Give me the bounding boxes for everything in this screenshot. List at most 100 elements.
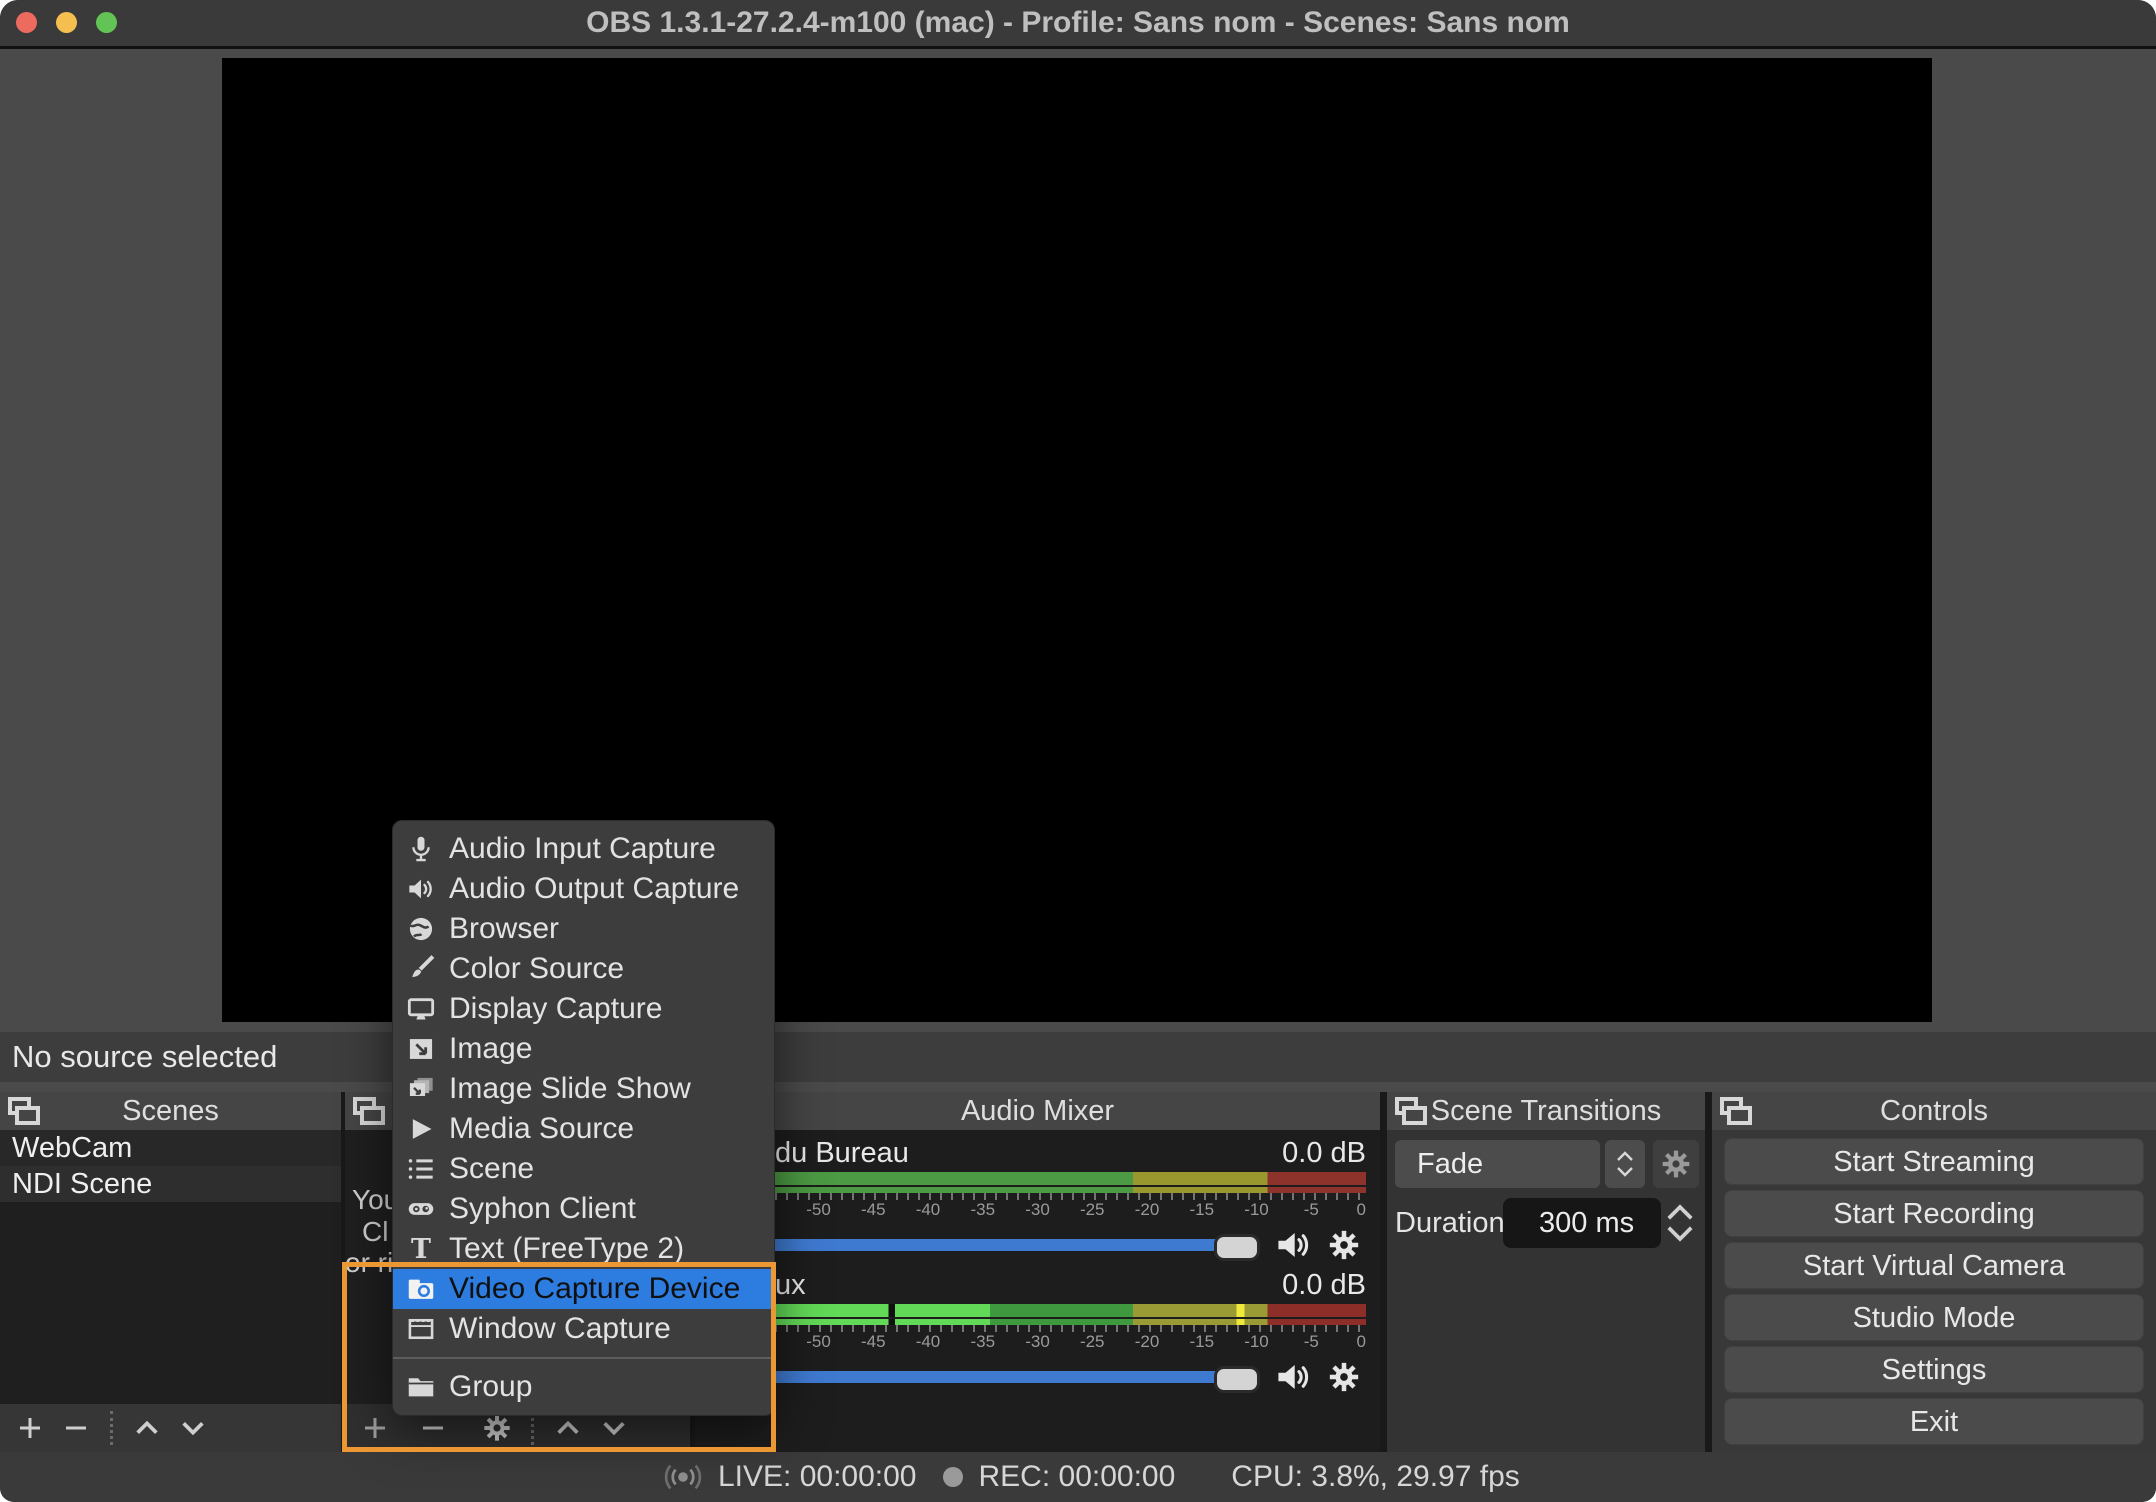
duration-stepper[interactable] bbox=[1663, 1196, 1697, 1250]
menu-item-syphon-client[interactable]: Syphon Client bbox=[393, 1189, 774, 1229]
display-icon bbox=[405, 993, 437, 1025]
volume-slider[interactable] bbox=[709, 1239, 1256, 1251]
cpu-usage: CPU: 3.8%, 29.97 fps bbox=[1231, 1460, 1520, 1494]
obs-window: OBS 1.3.1-27.2.4-m100 (mac) - Profile: S… bbox=[0, 0, 2156, 1502]
menu-item-image[interactable]: Image bbox=[393, 1029, 774, 1069]
scene-row-ndi[interactable]: NDI Scene bbox=[0, 1166, 341, 1202]
scenes-panel: Scenes WebCam NDI Scene bbox=[0, 1092, 341, 1452]
add-source-button[interactable] bbox=[359, 1412, 391, 1444]
channel-level-db: 0.0 dB bbox=[1282, 1136, 1366, 1170]
channel-level-db: 0.0 dB bbox=[1282, 1268, 1366, 1302]
start-streaming-button[interactable]: Start Streaming bbox=[1724, 1138, 2144, 1185]
text-icon: T bbox=[405, 1233, 437, 1265]
paintbrush-icon bbox=[405, 953, 437, 985]
volume-slider-handle[interactable] bbox=[1214, 1234, 1260, 1261]
scene-transitions-panel: Scene Transitions Fade Duration 300 ms bbox=[1387, 1092, 1705, 1452]
speaker-icon[interactable] bbox=[1272, 1359, 1316, 1395]
list-icon bbox=[405, 1153, 437, 1185]
source-properties-button[interactable] bbox=[481, 1412, 513, 1444]
scene-transitions-header: Scene Transitions bbox=[1387, 1092, 1705, 1130]
gear-icon[interactable] bbox=[1322, 1359, 1366, 1395]
volume-slider[interactable] bbox=[709, 1371, 1256, 1383]
menu-item-browser[interactable]: Browser bbox=[393, 909, 774, 949]
menu-item-color-source[interactable]: Color Source bbox=[393, 949, 774, 989]
controls-panel: Controls Start Streaming Start Recording… bbox=[1712, 1092, 2156, 1452]
rec-time: REC: 00:00:00 bbox=[979, 1460, 1176, 1494]
hint-text: No source selected bbox=[12, 1032, 2156, 1082]
scene-row-webcam[interactable]: WebCam bbox=[0, 1130, 341, 1166]
move-source-up-button[interactable] bbox=[552, 1412, 584, 1444]
svg-text:T: T bbox=[411, 1235, 431, 1263]
duration-label: Duration bbox=[1395, 1198, 1505, 1248]
toolbar-separator bbox=[531, 1411, 534, 1445]
scene-transitions-body: Fade Duration 300 ms bbox=[1387, 1130, 1705, 1452]
window-icon bbox=[405, 1313, 437, 1345]
channel-name: ux bbox=[775, 1268, 806, 1302]
settings-button[interactable]: Settings bbox=[1724, 1346, 2144, 1393]
controls-title: Controls bbox=[1712, 1092, 2156, 1130]
add-scene-button[interactable] bbox=[14, 1412, 46, 1444]
source-hint-bar: No source selected bbox=[0, 1032, 2156, 1082]
remove-source-button[interactable] bbox=[417, 1412, 449, 1444]
menu-item-audio-output-capture[interactable]: Audio Output Capture bbox=[393, 869, 774, 909]
move-source-down-button[interactable] bbox=[598, 1412, 630, 1444]
audio-mixer-title: Audio Mixer bbox=[695, 1092, 1380, 1130]
start-virtual-camera-button[interactable]: Start Virtual Camera bbox=[1724, 1242, 2144, 1289]
globe-icon bbox=[405, 913, 437, 945]
speaker-icon bbox=[405, 873, 437, 905]
menu-item-video-capture-device[interactable]: Video Capture Device bbox=[393, 1269, 774, 1309]
scenes-toolbar bbox=[0, 1404, 341, 1452]
channel-name: du Bureau bbox=[775, 1136, 909, 1170]
transition-select-stepper[interactable] bbox=[1605, 1140, 1645, 1188]
menu-item-text-freetype2[interactable]: T Text (FreeType 2) bbox=[393, 1229, 774, 1269]
duration-input[interactable]: 300 ms bbox=[1503, 1198, 1661, 1248]
volume-slider-handle[interactable] bbox=[1214, 1366, 1260, 1393]
meter-scale: -50 -45 -40 -35 -30 -25 -20 -15 -10 -5 0 bbox=[709, 1325, 1366, 1351]
menu-item-media-source[interactable]: Media Source bbox=[393, 1109, 774, 1149]
broadcast-icon bbox=[660, 1461, 706, 1493]
menu-separator bbox=[393, 1357, 774, 1359]
play-icon bbox=[405, 1113, 437, 1145]
scene-transitions-title: Scene Transitions bbox=[1387, 1092, 1705, 1130]
add-source-menu: Audio Input Capture Audio Output Capture… bbox=[392, 820, 775, 1416]
status-bar: LIVE: 00:00:00 REC: 00:00:00 CPU: 3.8%, … bbox=[0, 1452, 2156, 1502]
audio-mixer-body: du Bureau 0.0 dB -50 -45 -40 -35 -30 bbox=[695, 1130, 1380, 1452]
dock-float-icon[interactable] bbox=[353, 1097, 385, 1125]
rec-status-dot bbox=[943, 1467, 963, 1487]
title-bar: OBS 1.3.1-27.2.4-m100 (mac) - Profile: S… bbox=[0, 0, 2156, 49]
remove-scene-button[interactable] bbox=[60, 1412, 92, 1444]
menu-item-window-capture[interactable]: Window Capture bbox=[393, 1309, 774, 1349]
mixer-channel-mic-aux: ux 0.0 dB -50 -45 -40 -35 -30 -25 bbox=[695, 1268, 1380, 1397]
audio-mixer-panel: Audio Mixer du Bureau 0.0 dB -50 bbox=[695, 1092, 1380, 1452]
meter-scale: -50 -45 -40 -35 -30 -25 -20 -15 -10 -5 0 bbox=[709, 1193, 1366, 1219]
controls-body: Start Streaming Start Recording Start Vi… bbox=[1712, 1130, 2156, 1452]
menu-item-audio-input-capture[interactable]: Audio Input Capture bbox=[393, 829, 774, 869]
menu-item-group[interactable]: Group bbox=[393, 1367, 774, 1407]
image-stack-icon bbox=[405, 1073, 437, 1105]
scenes-panel-header: Scenes bbox=[0, 1092, 341, 1130]
studio-mode-button[interactable]: Studio Mode bbox=[1724, 1294, 2144, 1341]
mic-icon bbox=[405, 833, 437, 865]
camera-icon bbox=[405, 1273, 437, 1305]
controls-header: Controls bbox=[1712, 1092, 2156, 1130]
transition-select[interactable]: Fade bbox=[1395, 1140, 1600, 1188]
sources-empty-text: Cl bbox=[362, 1216, 388, 1248]
gear-icon[interactable] bbox=[1322, 1227, 1366, 1263]
menu-item-scene[interactable]: Scene bbox=[393, 1149, 774, 1189]
exit-button[interactable]: Exit bbox=[1724, 1398, 2144, 1445]
dock-area: Scenes WebCam NDI Scene bbox=[0, 1092, 2156, 1452]
move-scene-up-button[interactable] bbox=[131, 1412, 163, 1444]
toolbar-separator bbox=[110, 1411, 113, 1445]
sources-empty-text: or ri bbox=[345, 1247, 393, 1279]
move-scene-down-button[interactable] bbox=[177, 1412, 209, 1444]
menu-item-display-capture[interactable]: Display Capture bbox=[393, 989, 774, 1029]
scenes-list: WebCam NDI Scene bbox=[0, 1130, 341, 1452]
start-recording-button[interactable]: Start Recording bbox=[1724, 1190, 2144, 1237]
image-icon bbox=[405, 1033, 437, 1065]
scenes-panel-title: Scenes bbox=[0, 1092, 341, 1130]
vu-meter bbox=[709, 1172, 1366, 1193]
transition-properties-button[interactable] bbox=[1653, 1140, 1699, 1188]
menu-item-image-slide-show[interactable]: Image Slide Show bbox=[393, 1069, 774, 1109]
speaker-icon[interactable] bbox=[1272, 1227, 1316, 1263]
audio-mixer-header: Audio Mixer bbox=[695, 1092, 1380, 1130]
